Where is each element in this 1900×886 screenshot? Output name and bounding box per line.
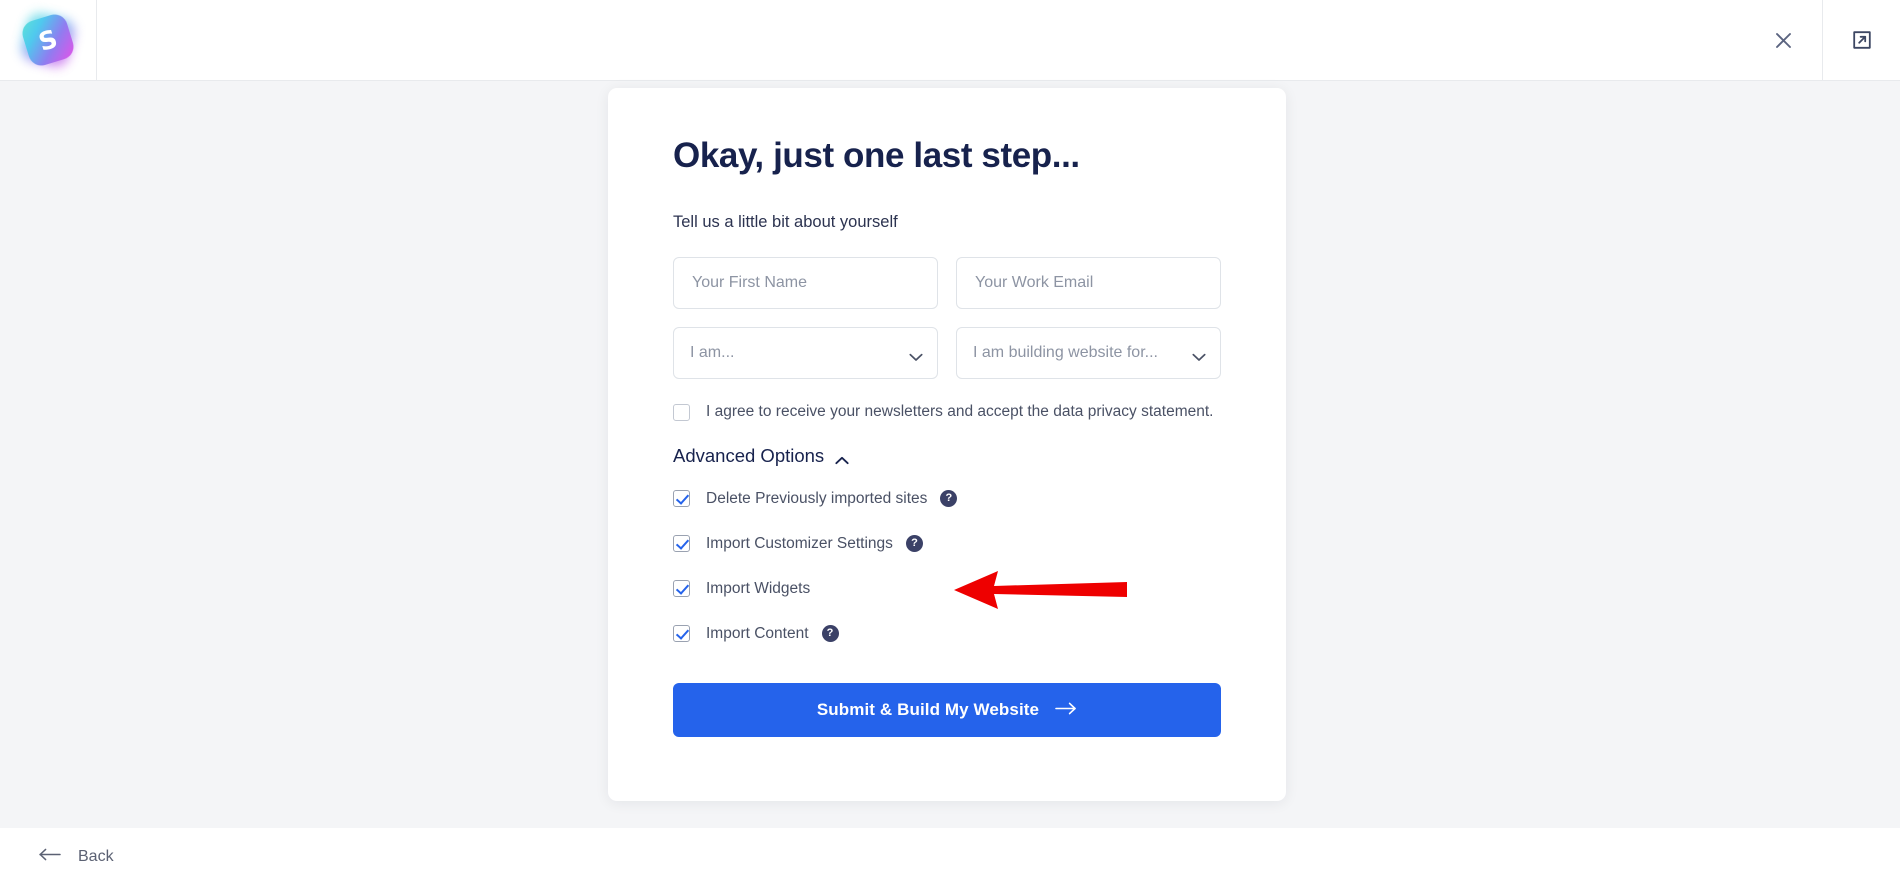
external-link-icon xyxy=(1851,29,1873,51)
app-header: S xyxy=(0,0,1900,81)
back-link[interactable]: Back xyxy=(38,848,114,866)
work-email-field[interactable] xyxy=(956,257,1221,310)
app-root: S Okay, just one last step... Tell us a … xyxy=(0,0,1900,886)
delete-previous-sites-label: Delete Previously imported sites xyxy=(706,489,928,507)
help-icon[interactable]: ? xyxy=(905,535,923,553)
first-name-input[interactable] xyxy=(690,273,921,294)
app-footer: Back xyxy=(0,828,1900,886)
option-row-import-widgets[interactable]: Import Widgets xyxy=(673,577,1221,600)
option-row-delete-previous[interactable]: Delete Previously imported sites ? xyxy=(673,487,1221,510)
help-icon[interactable]: ? xyxy=(821,625,839,643)
submit-build-website-button[interactable]: Submit & Build My Website xyxy=(673,683,1221,738)
header-spacer xyxy=(97,0,1744,80)
purpose-select[interactable]: I am building website for... xyxy=(956,327,1221,380)
import-customizer-label: Import Customizer Settings xyxy=(706,534,893,552)
card-subtitle: Tell us a little bit about yourself xyxy=(673,213,898,232)
logo-cell[interactable]: S xyxy=(0,0,97,80)
option-row-import-content[interactable]: Import Content ? xyxy=(673,622,1221,645)
work-email-input[interactable] xyxy=(973,273,1204,294)
advanced-options-title: Advanced Options xyxy=(673,445,825,467)
delete-previous-sites-checkbox[interactable] xyxy=(673,490,690,508)
back-label: Back xyxy=(78,848,114,865)
purpose-select-value: I am building website for... xyxy=(973,344,1158,362)
option-row-import-customizer[interactable]: Import Customizer Settings ? xyxy=(673,532,1221,555)
arrow-left-icon xyxy=(38,848,61,866)
close-icon xyxy=(1773,30,1794,51)
name-email-row xyxy=(673,257,1221,310)
import-content-label: Import Content xyxy=(706,624,809,642)
newsletter-agreement-row[interactable]: I agree to receive your newsletters and … xyxy=(673,403,1221,421)
newsletter-agreement-checkbox[interactable] xyxy=(673,403,690,421)
role-select-value: I am... xyxy=(690,344,735,362)
import-widgets-checkbox[interactable] xyxy=(673,580,690,598)
arrow-right-icon xyxy=(1055,700,1077,720)
chevron-down-icon xyxy=(909,349,923,361)
newsletter-agreement-label: I agree to receive your newsletters and … xyxy=(706,403,1214,421)
content-area: Okay, just one last step... Tell us a li… xyxy=(0,81,1900,828)
open-external-button[interactable] xyxy=(1822,0,1900,80)
role-select[interactable]: I am... xyxy=(673,327,938,380)
role-purpose-row: I am... I am building website for... xyxy=(673,327,1221,380)
chevron-up-icon xyxy=(835,452,849,464)
onboarding-card: Okay, just one last step... Tell us a li… xyxy=(608,88,1286,801)
import-customizer-checkbox[interactable] xyxy=(673,535,690,553)
import-widgets-label: Import Widgets xyxy=(706,579,811,597)
help-icon[interactable]: ? xyxy=(940,490,958,508)
advanced-options-list: Delete Previously imported sites ? Impor… xyxy=(673,487,1221,645)
submit-button-label: Submit & Build My Website xyxy=(816,700,1040,720)
chevron-down-icon xyxy=(1192,349,1206,361)
close-button[interactable] xyxy=(1744,0,1822,80)
advanced-options-toggle[interactable]: Advanced Options xyxy=(673,445,849,467)
page-title: Okay, just one last step... xyxy=(673,136,1080,175)
import-content-checkbox[interactable] xyxy=(673,625,690,643)
first-name-field[interactable] xyxy=(673,257,938,310)
brand-logo-icon: S xyxy=(18,10,78,70)
